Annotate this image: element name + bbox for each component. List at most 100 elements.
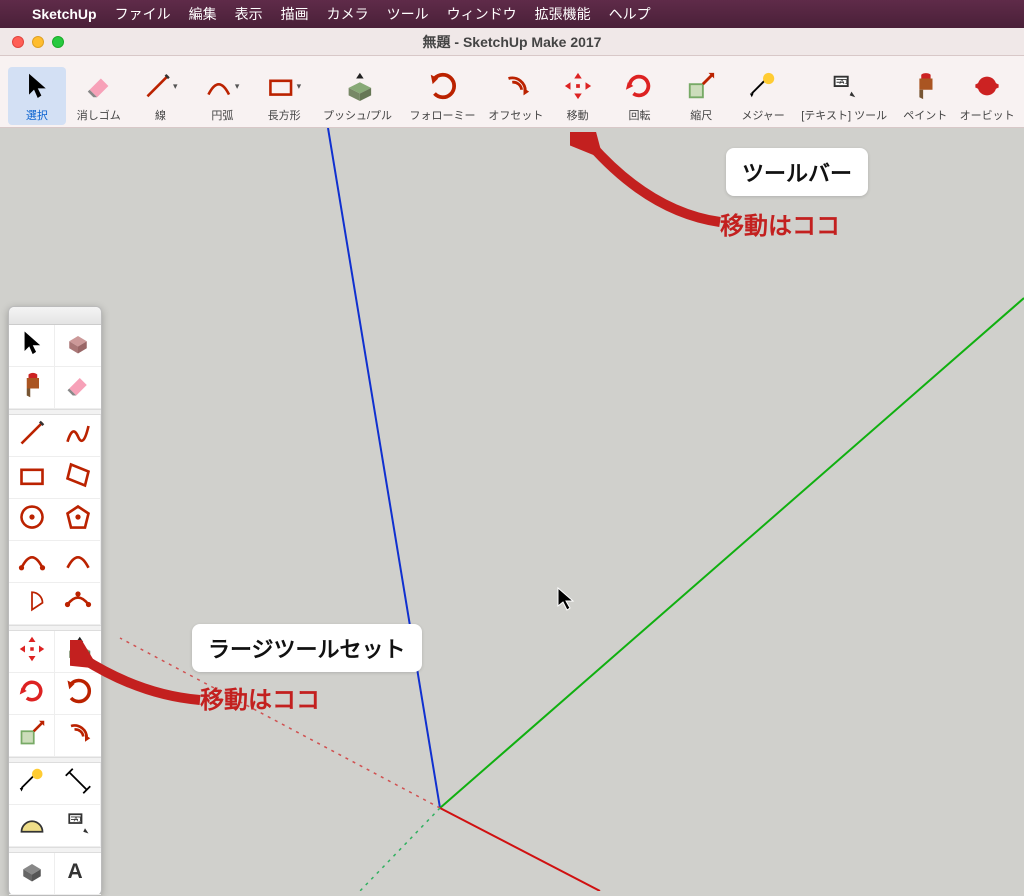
- text-icon: A1: [827, 69, 861, 103]
- annotation-toolbar-label: ツールバー: [726, 148, 868, 196]
- tool-label: 長方形: [268, 107, 301, 123]
- mac-menubar: SketchUp ファイル 編集 表示 描画 カメラ ツール ウィンドウ 拡張機…: [0, 0, 1024, 28]
- palette-titlebar[interactable]: [9, 307, 101, 325]
- palette-eraser[interactable]: [55, 367, 101, 409]
- pushpull-icon: [341, 69, 375, 103]
- palette-line[interactable]: [9, 415, 55, 457]
- palette-3dtext[interactable]: [9, 853, 55, 895]
- tool-move[interactable]: 移動: [549, 67, 607, 125]
- followme-icon: [425, 69, 459, 103]
- tool-scale[interactable]: 縮尺: [672, 67, 730, 125]
- tool-pushpull[interactable]: プッシュ/プル: [317, 67, 398, 125]
- palette-circle[interactable]: [9, 499, 55, 541]
- app-name[interactable]: SketchUp: [32, 6, 97, 22]
- arc-2pt-icon: [18, 545, 46, 578]
- palette-rect[interactable]: [9, 457, 55, 499]
- tool-measure[interactable]: メジャー: [734, 67, 792, 125]
- annotation-largetoolset-label: ラージツールセット: [192, 624, 422, 672]
- palette-select[interactable]: [9, 325, 55, 367]
- palette-arc[interactable]: [55, 541, 101, 583]
- tool-label: 移動: [567, 107, 589, 123]
- menu-tools[interactable]: ツール: [387, 4, 429, 24]
- eraser-icon: [82, 69, 116, 103]
- palette-offset[interactable]: [55, 715, 101, 757]
- rect-icon: ▾: [267, 69, 301, 103]
- annotation-largetoolset-note: 移動はココ: [200, 680, 320, 715]
- rotate-icon: [622, 69, 656, 103]
- measure-icon: [746, 69, 780, 103]
- menu-window[interactable]: ウィンドウ: [447, 4, 517, 24]
- arc-icon: ▾: [205, 69, 239, 103]
- paint-icon: [908, 69, 942, 103]
- menu-camera[interactable]: カメラ: [327, 4, 369, 24]
- tool-paint[interactable]: ペイント: [896, 67, 954, 125]
- palette-freehand[interactable]: [55, 415, 101, 457]
- tool-rect[interactable]: ▾ 長方形: [255, 67, 313, 125]
- window-zoom-button[interactable]: [52, 36, 64, 48]
- palette-pushpull[interactable]: [55, 631, 101, 673]
- large-toolset-palette[interactable]: A1 A: [8, 306, 102, 896]
- tool-select[interactable]: 選択: [8, 67, 66, 125]
- annotation-toolbar-note: 移動はココ: [720, 206, 840, 241]
- palette-make-component[interactable]: [55, 325, 101, 367]
- window-titlebar: 無題 - SketchUp Make 2017: [0, 28, 1024, 56]
- polygon-icon: [64, 503, 92, 536]
- tool-rotate[interactable]: 回転: [611, 67, 669, 125]
- scale-icon: [18, 719, 46, 752]
- tool-label: [テキスト] ツール: [801, 107, 887, 123]
- palette-arc-2pt[interactable]: [9, 541, 55, 583]
- model-viewport[interactable]: [0, 128, 1024, 891]
- palette-3dtext-a[interactable]: A: [55, 853, 101, 895]
- palette-arc-3pt[interactable]: [55, 583, 101, 625]
- dimension-icon: [64, 767, 92, 800]
- tool-orbit[interactable]: オービット: [958, 67, 1016, 125]
- window-close-button[interactable]: [12, 36, 24, 48]
- tool-label: オフセット: [488, 107, 543, 123]
- palette-rotate[interactable]: [9, 673, 55, 715]
- menu-file[interactable]: ファイル: [115, 4, 171, 24]
- palette-paint[interactable]: [9, 367, 55, 409]
- tool-label: ペイント: [903, 107, 947, 123]
- select-icon: [20, 69, 54, 103]
- menu-edit[interactable]: 編集: [189, 4, 217, 24]
- measure-icon: [18, 767, 46, 800]
- menu-draw[interactable]: 描画: [281, 4, 309, 24]
- 3dtext-icon: [18, 857, 46, 890]
- tool-line[interactable]: ▾線: [132, 67, 190, 125]
- cursor-icon: [556, 586, 578, 619]
- palette-followme[interactable]: [55, 673, 101, 715]
- tool-followme[interactable]: フォローミー: [402, 67, 483, 125]
- move-icon: [561, 69, 595, 103]
- palette-move[interactable]: [9, 631, 55, 673]
- palette-scale[interactable]: [9, 715, 55, 757]
- menu-extensions[interactable]: 拡張機能: [535, 4, 591, 24]
- tool-label: 縮尺: [690, 107, 712, 123]
- tool-label: 線: [155, 107, 166, 123]
- palette-measure[interactable]: [9, 763, 55, 805]
- tool-eraser[interactable]: 消しゴム: [70, 67, 128, 125]
- move-icon: [18, 635, 46, 668]
- tool-text[interactable]: A1 [テキスト] ツール: [796, 67, 892, 125]
- svg-text:A: A: [68, 860, 83, 883]
- menu-view[interactable]: 表示: [235, 4, 263, 24]
- palette-text[interactable]: A1: [55, 805, 101, 847]
- arc-icon: [64, 545, 92, 578]
- paint-icon: [18, 371, 46, 404]
- palette-dimension[interactable]: [55, 763, 101, 805]
- arc-pie-icon: [18, 587, 46, 620]
- palette-protractor[interactable]: [9, 805, 55, 847]
- window-minimize-button[interactable]: [32, 36, 44, 48]
- rect-rot-icon: [64, 461, 92, 494]
- palette-arc-pie[interactable]: [9, 583, 55, 625]
- rect-icon: [18, 461, 46, 494]
- tool-label: プッシュ/プル: [323, 107, 392, 123]
- tool-offset[interactable]: オフセット: [487, 67, 545, 125]
- palette-rect-rot[interactable]: [55, 457, 101, 499]
- scale-icon: [684, 69, 718, 103]
- select-icon: [18, 329, 46, 362]
- palette-polygon[interactable]: [55, 499, 101, 541]
- followme-icon: [64, 677, 92, 710]
- tool-arc[interactable]: ▾円弧: [193, 67, 251, 125]
- main-toolbar: 選択消しゴム▾線▾円弧▾長方形プッシュ/プルフォローミーオフセット移動回転縮尺メ…: [0, 56, 1024, 128]
- menu-help[interactable]: ヘルプ: [609, 4, 651, 24]
